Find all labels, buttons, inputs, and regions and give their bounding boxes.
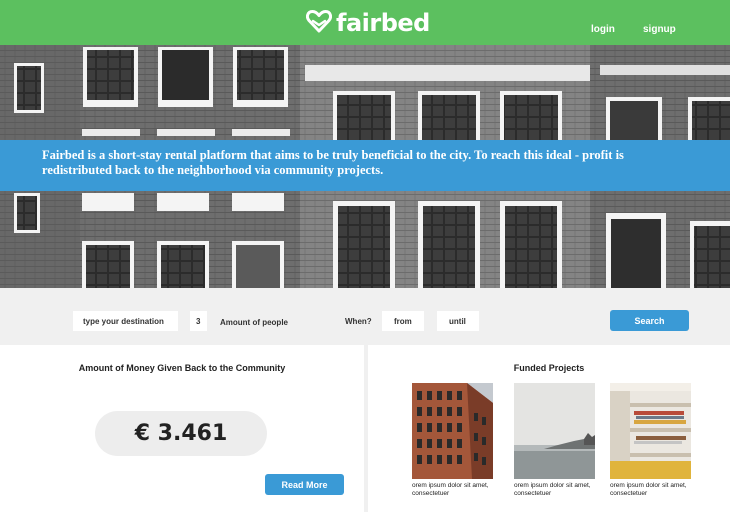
community-money-panel: Amount of Money Given Back to the Commun…: [0, 345, 364, 512]
community-money-title: Amount of Money Given Back to the Commun…: [78, 363, 286, 373]
search-button[interactable]: Search: [610, 310, 689, 331]
search-bar: type your destination 3 Amount of people…: [0, 288, 730, 345]
project-card[interactable]: orem ipsum dolor sit amet, consectetuer: [412, 383, 493, 498]
project-caption: orem ipsum dolor sit amet, consectetuer: [412, 482, 489, 497]
tagline-banner: Fairbed is a short-stay rental platform …: [0, 140, 730, 191]
heart-icon: [305, 9, 333, 38]
project-image-coastline: [514, 383, 595, 479]
top-header: fairbed login signup: [0, 0, 730, 45]
project-caption: orem ipsum dolor sit amet, consectetuer: [514, 482, 591, 497]
brand-logo[interactable]: fairbed: [305, 8, 430, 38]
login-link[interactable]: login: [591, 24, 615, 35]
funded-projects-title: Funded Projects: [513, 363, 585, 373]
when-label: When?: [345, 317, 372, 326]
project-image-brick-building: [412, 383, 493, 479]
project-card[interactable]: orem ipsum dolor sit amet, consectetuer: [514, 383, 595, 498]
project-image-books-shelf: [610, 383, 691, 479]
funded-projects-panel: Funded Projects orem ipsum dolor sit ame…: [368, 345, 730, 512]
until-date-input[interactable]: until: [437, 311, 479, 331]
project-caption: orem ipsum dolor sit amet, consectetuer: [610, 482, 687, 497]
project-card[interactable]: orem ipsum dolor sit amet, consectetuer: [610, 383, 691, 498]
signup-link[interactable]: signup: [643, 24, 676, 35]
brand-name: fairbed: [336, 9, 430, 37]
hero-image: Fairbed is a short-stay rental platform …: [0, 45, 730, 288]
from-date-input[interactable]: from: [382, 311, 424, 331]
guest-quantity-input[interactable]: 3: [190, 311, 207, 331]
money-amount: € 3.461: [95, 411, 267, 456]
tagline-text: Fairbed is a short-stay rental platform …: [42, 148, 624, 177]
amount-of-people-label: Amount of people: [220, 318, 288, 327]
destination-input[interactable]: type your destination: [73, 311, 178, 331]
read-more-button[interactable]: Read More: [265, 474, 344, 495]
